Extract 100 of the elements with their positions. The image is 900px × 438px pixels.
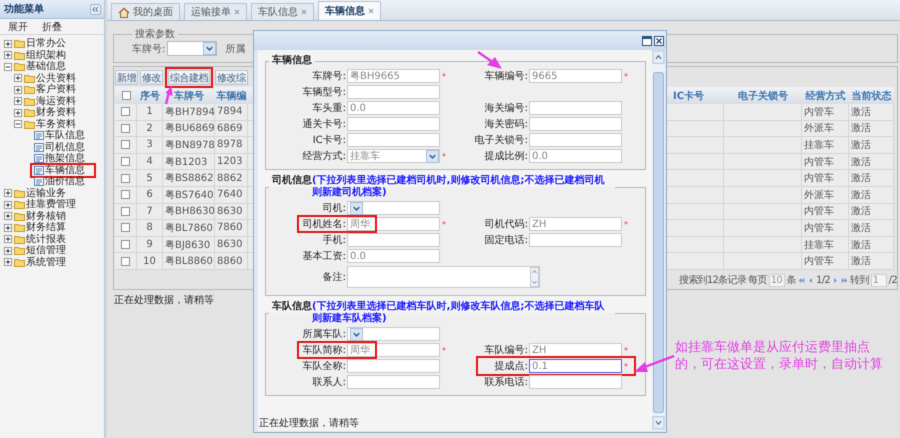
field-label: 司机: (322, 202, 347, 215)
table-cell-text: 激活 (851, 138, 871, 152)
section-note: (下拉列表里选择已建档车队时,则修改车队信息;不选择已建档车队则新建车队档案) (312, 301, 606, 325)
table-cell-text: 粤BS8862 (165, 172, 214, 186)
table-cell-text: 粤B1203 (165, 156, 208, 169)
table-cell-text: 粤BN8978 (165, 138, 215, 152)
field-label: 海关编号: (484, 102, 529, 115)
table-cell-text: 激活 (851, 156, 871, 169)
record-count: 搜索到12条记录 (679, 274, 746, 287)
table-cell: 8630 (217, 206, 242, 217)
field-label: 提成点: (494, 360, 529, 373)
table-cell: 6 (146, 189, 153, 200)
field-label: 条 (786, 274, 796, 287)
section-title: 车队信息 (272, 301, 312, 313)
table-cell-text: 内管车 (804, 222, 834, 235)
table-cell-text: 外派车 (804, 122, 834, 136)
required-mark: * (441, 220, 447, 228)
table-cell: 10 (143, 256, 156, 267)
table-cell: 7894 (217, 106, 242, 118)
table-cell-text: 内管车 (804, 106, 834, 119)
table-cell-text: 激活 (851, 255, 871, 268)
field-label: 基本工资: (302, 250, 347, 263)
table-cell-text: 激活 (851, 222, 871, 235)
table-cell-text: 粤BU6869 (165, 122, 215, 136)
table-cell: 5 (146, 172, 153, 184)
field-label: 司机代码: (484, 218, 529, 231)
field-label: 所属车队: (302, 328, 347, 341)
table-cell-text: 挂靠车 (804, 238, 834, 252)
field-label: 车队全称: (302, 360, 347, 373)
required-mark: * (441, 346, 447, 354)
table-cell: 3 (146, 139, 153, 150)
table-cell: 7640 (217, 189, 242, 200)
table-cell: 1203 (217, 156, 242, 168)
table-cell-text: 内管车 (804, 204, 834, 218)
section-title: 车辆信息 (272, 55, 312, 67)
field-label: 车头重: (312, 102, 347, 115)
field-label: 电子关锁号: (474, 134, 529, 147)
field-label: 提成比例: (484, 150, 529, 163)
table-cell-text: 激活 (851, 172, 871, 186)
field-label: 通关卡号: (302, 118, 347, 131)
field-label: 海关密码: (484, 118, 529, 131)
table-cell: 4 (146, 156, 153, 168)
field-label: 车辆型号: (302, 86, 347, 99)
table-cell-text: 内管车 (804, 156, 834, 169)
table-cell-text: 外派车 (804, 188, 834, 202)
field-label: 手机: (322, 234, 347, 247)
table-cell-text: 粤BJ8630 (165, 238, 210, 252)
table-cell: 8860 (217, 256, 242, 267)
annotation-text: 如挂靠车做单是从应付运费里抽点 的，可在这设置，录单时，自动计算 (675, 339, 883, 373)
table-cell: 6869 (217, 122, 242, 134)
field-label: 所属 (225, 42, 246, 56)
field-label: 车辆编号: (484, 70, 529, 83)
field-label: IC卡号: (312, 134, 347, 147)
section-title: 司机信息 (272, 175, 312, 187)
table-cell-text: 激活 (851, 238, 871, 252)
table-cell: 9 (146, 239, 153, 250)
status-text: 正在处理数据，请稍等 (113, 294, 214, 307)
required-mark: * (441, 72, 447, 80)
field-label: 备注: (322, 270, 347, 284)
table-cell: 7860 (217, 222, 242, 234)
table-cell: 1 (146, 106, 153, 118)
required-mark: * (441, 152, 447, 160)
table-cell: 7 (146, 206, 153, 217)
required-mark: * (623, 362, 629, 370)
table-cell: 8862 (217, 172, 242, 184)
table-cell-text: 内管车 (804, 172, 834, 186)
field-label: 司机姓名: (302, 218, 347, 231)
table-cell-text: 粤BH7894 (165, 106, 215, 119)
page-total: /2 (888, 274, 897, 286)
table-cell: 8978 (217, 139, 242, 150)
panel-title: 功能菜单 (4, 2, 44, 16)
required-mark: * (623, 220, 629, 228)
table-cell-text: 激活 (851, 188, 871, 202)
table-cell: 8 (146, 222, 153, 234)
page-indicator: 1/2 (816, 274, 830, 286)
field-label: 经营方式: (302, 150, 347, 163)
status-text: 正在处理数据，请稍等 (259, 416, 359, 431)
field-label: 车队简称: (302, 344, 347, 357)
table-cell-text: 激活 (851, 205, 871, 218)
field-label: 转到 (850, 274, 869, 287)
field-label: 车牌号: (312, 70, 347, 83)
table-cell: 8630 (217, 239, 242, 250)
field-label: 每页 (748, 274, 767, 287)
table-cell-text: 内管车 (804, 254, 834, 268)
table-cell-text: 粤BS7640 (165, 188, 214, 202)
table-cell-text: 激活 (851, 106, 871, 119)
group-title: 搜索参数 (134, 28, 176, 41)
field-label: 固定电话: (484, 234, 529, 247)
required-mark: * (623, 346, 629, 354)
field-label: 车牌号: (132, 42, 166, 56)
table-cell: 2 (146, 122, 153, 134)
table-cell-text: 激活 (851, 122, 871, 136)
field-label: 车队编号: (484, 344, 529, 357)
table-cell-text: 粤BH8630 (165, 205, 215, 218)
table-cell-text: 粤BL7860 (165, 222, 213, 235)
table-cell-text: 挂靠车 (804, 138, 834, 152)
required-mark: * (623, 72, 629, 80)
field-label: 联系电话: (484, 376, 529, 389)
field-label: 联系人: (312, 376, 347, 389)
table-cell-text: 粤BL8860 (165, 255, 213, 268)
